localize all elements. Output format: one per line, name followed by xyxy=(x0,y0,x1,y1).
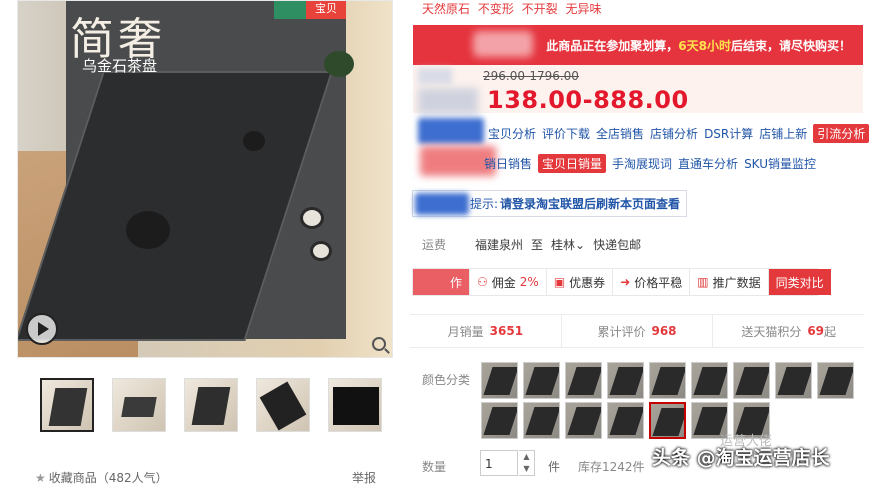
tool-link[interactable]: SKU销量监控 xyxy=(744,155,816,172)
tool-link[interactable]: 店铺分析 xyxy=(650,125,698,142)
color-option[interactable] xyxy=(523,402,560,439)
color-option[interactable] xyxy=(733,362,770,399)
thumbnail-3[interactable] xyxy=(184,378,238,432)
tool-link[interactable]: 手淘展现词 xyxy=(612,155,672,172)
bar-chart-icon: ▥ xyxy=(697,275,709,289)
color-option[interactable] xyxy=(481,402,518,439)
promo-time: 6天8小时 xyxy=(678,38,731,53)
shipping-dest-select[interactable]: 桂林⌄ xyxy=(551,236,585,253)
thumbnail-1[interactable] xyxy=(40,378,94,432)
tip-text[interactable]: 请登录淘宝联盟后刷新本页面查看 xyxy=(500,195,680,212)
tip-label: 提示: xyxy=(470,197,499,211)
blurred-plugin-logo xyxy=(418,118,484,144)
stat-reviews[interactable]: 累计评价 968 xyxy=(562,315,714,347)
thumbnail-4[interactable] xyxy=(256,378,310,432)
badge-label: 宝贝 xyxy=(306,1,346,19)
tool-link[interactable]: 宝贝分析 xyxy=(488,125,536,142)
tool-link[interactable]: 直通车分析 xyxy=(678,155,738,172)
white-cup-graphic xyxy=(310,241,332,261)
tool-link-highlight[interactable]: 宝贝日销量 xyxy=(538,154,607,173)
quantity-label: 数量 xyxy=(422,460,447,474)
tab-first[interactable]: 作 xyxy=(413,269,470,295)
report-link[interactable]: 举报 xyxy=(352,469,376,486)
favorite-label: 收藏商品 xyxy=(48,471,97,485)
play-video-icon[interactable] xyxy=(26,313,58,345)
color-option[interactable] xyxy=(607,362,644,399)
plugin-tabs: 作 ⚇ 佣金 2% ▣ 优惠券 ➜ 价格平稳 ▥ 推广数据 同类对比 xyxy=(412,268,831,296)
stat-points: 送天猫积分 69 起 xyxy=(741,324,837,339)
plant-graphic xyxy=(324,51,354,77)
zoom-icon[interactable] xyxy=(372,337,386,351)
tool-link[interactable]: DSR计算 xyxy=(704,125,753,142)
tab-price-trend[interactable]: ➜ 价格平稳 xyxy=(613,269,691,295)
tab-compare[interactable]: 同类对比 xyxy=(768,269,831,295)
thumbnail-5[interactable] xyxy=(328,378,382,432)
chevron-down-icon: ⌄ xyxy=(575,238,586,252)
shipping-row: 运费 福建泉州 至 桂林⌄ 快递包邮 xyxy=(422,236,641,253)
image-subtitle: 乌金石茶盘 xyxy=(82,57,158,75)
quantity-stepper[interactable]: ▲ ▼ xyxy=(519,450,535,476)
tool-link[interactable]: 全店销售 xyxy=(596,125,644,142)
stat-monthly: 月销量 3651 xyxy=(410,315,562,347)
color-option[interactable] xyxy=(649,362,686,399)
stock-count: 库存1242件 xyxy=(578,460,645,474)
blurred-label xyxy=(418,68,452,84)
quantity-input[interactable]: 1 xyxy=(480,450,518,476)
product-tags: 天然原石 不变形 不开裂 无异味 xyxy=(422,2,602,16)
white-cup-graphic xyxy=(300,207,324,229)
favorite-link[interactable]: ★ 收藏商品（482人气） xyxy=(35,469,168,486)
promo-prefix: 此商品正在参加聚划算， xyxy=(546,38,679,53)
favorite-count: （482人气） xyxy=(96,471,168,485)
tool-link[interactable]: 评价下载 xyxy=(542,125,590,142)
shipping-to-word: 至 xyxy=(531,238,544,252)
color-option[interactable] xyxy=(607,402,644,439)
color-option-selected[interactable] xyxy=(649,402,686,439)
color-option[interactable] xyxy=(817,362,854,399)
blurred-label xyxy=(418,88,478,114)
color-option[interactable] xyxy=(565,362,602,399)
main-product-image[interactable]: 简奢 乌金石茶盘 宝贝 xyxy=(17,0,393,358)
tea-cup-graphic xyxy=(243,131,265,151)
color-option[interactable] xyxy=(565,402,602,439)
teapot-graphic xyxy=(126,211,170,249)
coupon-icon: ▣ xyxy=(553,275,566,289)
shipping-label: 运费 xyxy=(422,238,447,252)
tools-row-2: 销日销售 宝贝日销量 手淘展现词 直通车分析 SKU销量监控 xyxy=(484,154,816,173)
tools-row-1: 宝贝分析 评价下载 全店销售 店铺分析 DSR计算 店铺上新 引流分析 xyxy=(488,124,870,143)
current-price: 138.00-888.00 xyxy=(487,86,689,114)
watermark: 头条 @淘宝运营店长 xyxy=(652,447,830,469)
color-label: 颜色分类 xyxy=(422,373,471,387)
color-option[interactable] xyxy=(775,362,812,399)
shipping-method: 快递包邮 xyxy=(593,238,642,252)
login-tip[interactable]: 提示: 请登录淘宝联盟后刷新本页面查看 xyxy=(412,190,688,217)
blurred-logo xyxy=(473,31,533,57)
promo-suffix: 后结束，请尽快购买！ xyxy=(730,38,851,53)
promo-banner: 此商品正在参加聚划算， 6天8小时 后结束，请尽快购买！ xyxy=(413,25,863,65)
tab-coupon[interactable]: ▣ 优惠券 xyxy=(547,269,614,295)
thumbnail-2[interactable] xyxy=(112,378,166,432)
sales-stats: 月销量 3651 累计评价 968 送天猫积分 69 起 xyxy=(410,314,864,348)
tab-commission[interactable]: ⚇ 佣金 2% xyxy=(470,269,547,295)
quantity-unit: 件 xyxy=(548,460,561,474)
badge-green xyxy=(274,1,306,19)
tool-link-highlight[interactable]: 引流分析 xyxy=(813,124,870,143)
color-option[interactable] xyxy=(481,362,518,399)
thumbnail-strip xyxy=(40,378,382,432)
original-price: 296.00-1796.00 xyxy=(483,69,579,83)
color-option[interactable] xyxy=(523,362,560,399)
tool-link[interactable]: 店铺上新 xyxy=(759,125,807,142)
star-icon: ★ xyxy=(35,471,46,485)
color-swatches xyxy=(481,362,861,439)
tab-promo-data[interactable]: ▥ 推广数据 xyxy=(690,269,769,295)
arrow-right-icon: ➜ xyxy=(620,275,631,289)
shipping-from: 福建泉州 xyxy=(475,238,524,252)
commission-icon: ⚇ xyxy=(477,275,488,289)
tool-link[interactable]: 销日销售 xyxy=(484,155,532,172)
color-option[interactable] xyxy=(691,362,728,399)
blurred-plugin-logo xyxy=(415,193,469,215)
